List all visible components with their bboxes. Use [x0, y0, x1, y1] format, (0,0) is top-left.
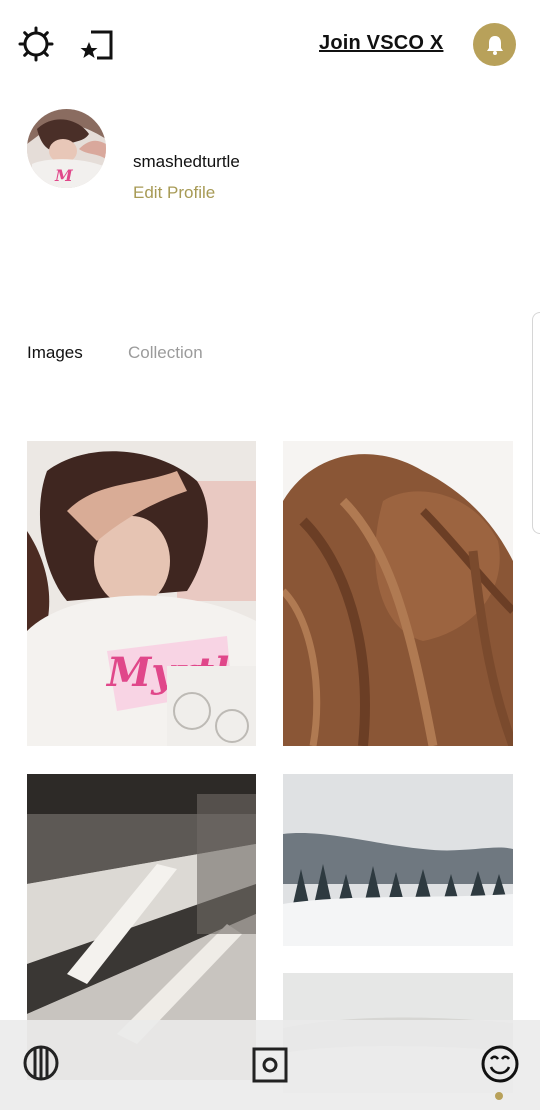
profile-header: M smashedturtle Edit Profile	[0, 100, 540, 220]
studio-icon[interactable]	[76, 24, 116, 64]
feed-icon[interactable]	[20, 1042, 62, 1084]
bell-icon[interactable]	[473, 23, 516, 66]
studio-nav-icon[interactable]	[250, 1045, 290, 1085]
image-tile-selfie[interactable]: Myrtl	[27, 441, 256, 746]
side-drawer-handle[interactable]	[532, 312, 540, 534]
bottom-nav	[0, 1020, 540, 1110]
svg-text:M: M	[54, 166, 74, 185]
profile-tabs: Images Collection	[0, 335, 540, 375]
image-tile-hair[interactable]	[283, 441, 513, 746]
join-vsco-x-link[interactable]: Join VSCO X	[319, 32, 443, 55]
tab-collection[interactable]: Collection	[128, 343, 203, 363]
avatar[interactable]: M	[27, 109, 106, 188]
edit-profile-link[interactable]: Edit Profile	[133, 183, 215, 203]
smiley-icon[interactable]	[478, 1042, 522, 1086]
username: smashedturtle	[133, 152, 240, 171]
active-tab-indicator	[495, 1092, 503, 1100]
tab-images[interactable]: Images	[27, 343, 83, 363]
gear-icon[interactable]	[16, 24, 56, 64]
top-bar: Join VSCO X	[0, 0, 540, 90]
image-tile-snowy-forest[interactable]	[283, 774, 513, 946]
